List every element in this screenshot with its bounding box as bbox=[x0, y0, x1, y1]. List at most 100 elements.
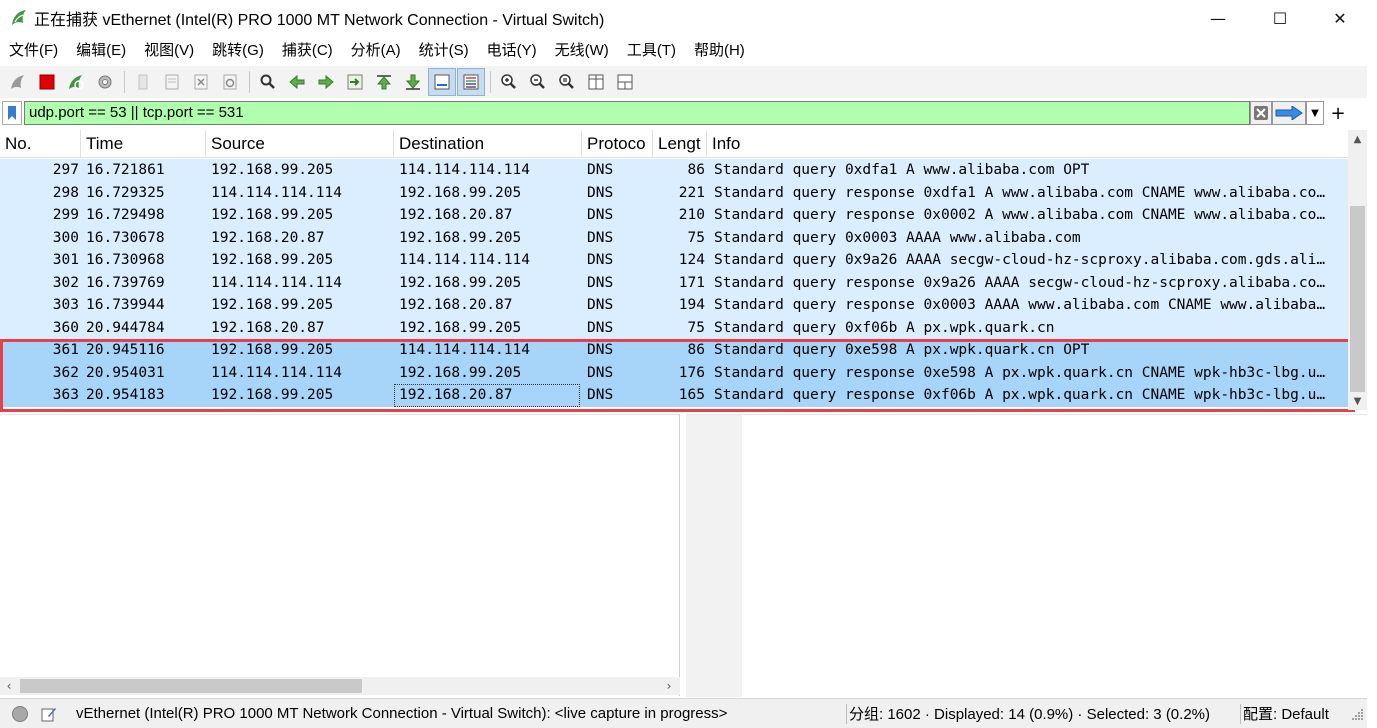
go-to-packet-icon[interactable] bbox=[341, 68, 369, 96]
cell-time: 20.954183 bbox=[86, 387, 165, 403]
cell-destination-focused[interactable]: 192.168.20.87 bbox=[394, 384, 580, 407]
table-row-selected[interactable]: 363 20.954183 192.168.99.205 192.168.20.… bbox=[0, 384, 1348, 407]
table-row[interactable]: 302 16.739769 114.114.114.114 192.168.99… bbox=[0, 271, 1348, 294]
go-forward-icon[interactable] bbox=[312, 68, 340, 96]
column-protocol[interactable]: Protoco bbox=[582, 130, 653, 158]
apply-filter-icon[interactable] bbox=[1272, 101, 1306, 125]
minimize-button[interactable]: — bbox=[1188, 0, 1248, 36]
column-length[interactable]: Lengt bbox=[653, 130, 707, 158]
menu-capture[interactable]: 捕获(C) bbox=[273, 37, 342, 65]
cell-source: 192.168.99.205 bbox=[211, 207, 334, 223]
main-toolbar bbox=[0, 66, 1367, 98]
cell-length: 124 bbox=[678, 252, 705, 268]
cell-info: Standard query response 0x0002 A www.ali… bbox=[714, 207, 1326, 223]
go-first-icon[interactable] bbox=[370, 68, 398, 96]
column-no[interactable]: No. bbox=[0, 130, 81, 158]
restart-capture-icon[interactable] bbox=[62, 68, 90, 96]
capture-options-icon[interactable] bbox=[91, 68, 119, 96]
column-source[interactable]: Source bbox=[206, 130, 394, 158]
menu-go[interactable]: 跳转(G) bbox=[203, 37, 273, 65]
cell-no: 362 bbox=[52, 364, 79, 381]
cell-time: 16.729498 bbox=[86, 207, 165, 223]
menu-tools[interactable]: 工具(T) bbox=[618, 37, 685, 65]
table-row[interactable]: 303 16.739944 192.168.99.205 192.168.20.… bbox=[0, 294, 1348, 317]
column-info[interactable]: Info bbox=[707, 130, 1348, 158]
scroll-down-icon[interactable]: ▼ bbox=[1348, 392, 1367, 410]
bookmark-icon[interactable] bbox=[2, 101, 22, 125]
table-row[interactable]: 360 20.944784 192.168.20.87 192.168.99.2… bbox=[0, 316, 1348, 339]
status-profile[interactable]: 配置: Default bbox=[1243, 703, 1329, 724]
resize-grip-icon[interactable] bbox=[1352, 707, 1364, 721]
zoom-in-icon[interactable] bbox=[495, 68, 523, 96]
expert-info-led-icon[interactable] bbox=[12, 705, 28, 722]
table-row-selected[interactable]: 361 20.945116 192.168.99.205 114.114.114… bbox=[0, 339, 1348, 362]
wireshark-window: 正在捕获 vEthernet (Intel(R) PRO 1000 MT Net… bbox=[0, 0, 1377, 728]
cell-protocol: DNS bbox=[587, 229, 614, 246]
packet-rows: 297 16.721861 192.168.99.205 114.114.114… bbox=[0, 159, 1348, 407]
menu-telephony[interactable]: 电话(Y) bbox=[478, 37, 546, 65]
menu-analyze[interactable]: 分析(A) bbox=[342, 37, 410, 65]
cell-time: 16.730678 bbox=[86, 229, 165, 246]
layout-icon[interactable] bbox=[611, 68, 639, 96]
zoom-out-icon[interactable] bbox=[524, 68, 552, 96]
table-row[interactable]: 301 16.730968 192.168.99.205 114.114.114… bbox=[0, 249, 1348, 272]
close-window-button[interactable]: ✕ bbox=[1310, 0, 1370, 36]
menu-statistics[interactable]: 统计(S) bbox=[410, 37, 478, 65]
scroll-thumb[interactable] bbox=[1350, 206, 1365, 392]
menu-view[interactable]: 视图(V) bbox=[135, 37, 203, 65]
colorize-icon[interactable] bbox=[457, 68, 485, 96]
column-time[interactable]: Time bbox=[81, 130, 206, 158]
table-row[interactable]: 300 16.730678 192.168.20.87 192.168.99.2… bbox=[0, 226, 1348, 249]
scroll-thumb[interactable] bbox=[20, 679, 362, 693]
start-capture-icon[interactable] bbox=[4, 68, 32, 96]
cell-protocol: DNS bbox=[587, 162, 614, 178]
menu-edit[interactable]: 编辑(E) bbox=[67, 37, 135, 65]
details-horizontal-scrollbar[interactable]: ‹ › bbox=[0, 677, 680, 695]
capture-comment-icon[interactable] bbox=[40, 705, 58, 723]
save-file-icon[interactable] bbox=[158, 68, 186, 96]
zoom-normal-icon[interactable] bbox=[553, 68, 581, 96]
toolbar-separator bbox=[249, 71, 250, 93]
stop-capture-icon[interactable] bbox=[33, 68, 61, 96]
cell-source: 114.114.114.114 bbox=[211, 274, 342, 291]
status-separator bbox=[846, 703, 847, 724]
table-row[interactable]: 298 16.729325 114.114.114.114 192.168.99… bbox=[0, 181, 1348, 204]
menu-help[interactable]: 帮助(H) bbox=[685, 37, 754, 65]
cell-protocol: DNS bbox=[587, 364, 614, 381]
close-file-icon[interactable] bbox=[187, 68, 215, 96]
cell-time: 16.729325 bbox=[86, 184, 165, 201]
cell-no: 361 bbox=[52, 342, 79, 358]
cell-no: 299 bbox=[52, 207, 79, 223]
cell-protocol: DNS bbox=[587, 319, 614, 336]
cell-destination: 192.168.99.205 bbox=[399, 319, 522, 336]
maximize-button[interactable]: ☐ bbox=[1250, 0, 1310, 36]
scroll-right-icon[interactable]: › bbox=[660, 677, 678, 695]
find-packet-icon[interactable] bbox=[254, 68, 282, 96]
display-filter-input[interactable]: udp.port == 53 || tcp.port == 531 bbox=[24, 101, 1250, 125]
cell-length: 165 bbox=[678, 387, 705, 403]
resize-columns-icon[interactable] bbox=[582, 68, 610, 96]
cell-no: 298 bbox=[52, 184, 79, 201]
menu-wireless[interactable]: 无线(W) bbox=[546, 37, 618, 65]
scroll-left-icon[interactable]: ‹ bbox=[0, 677, 18, 695]
packet-list-scrollbar[interactable]: ▲ ▼ bbox=[1348, 130, 1367, 410]
table-row[interactable]: 299 16.729498 192.168.99.205 192.168.20.… bbox=[0, 204, 1348, 227]
menu-file[interactable]: 文件(F) bbox=[0, 37, 67, 65]
column-destination[interactable]: Destination bbox=[394, 130, 582, 158]
status-bar: vEthernet (Intel(R) PRO 1000 MT Network … bbox=[0, 698, 1367, 728]
reload-file-icon[interactable] bbox=[216, 68, 244, 96]
auto-scroll-icon[interactable] bbox=[428, 68, 456, 96]
table-row-selected[interactable]: 362 20.954031 114.114.114.114 192.168.99… bbox=[0, 361, 1348, 384]
table-row[interactable]: 297 16.721861 192.168.99.205 114.114.114… bbox=[0, 159, 1348, 182]
chevron-down-icon[interactable]: ▼ bbox=[1306, 101, 1324, 125]
go-back-icon[interactable] bbox=[283, 68, 311, 96]
open-file-icon[interactable] bbox=[129, 68, 157, 96]
packet-bytes-pane[interactable] bbox=[686, 414, 1367, 697]
bytes-offset-column bbox=[686, 415, 742, 697]
status-packet-stats: 分组: 1602 · Displayed: 14 (0.9%) · Select… bbox=[849, 706, 1210, 723]
scroll-up-icon[interactable]: ▲ bbox=[1348, 130, 1367, 148]
add-filter-button-icon[interactable]: + bbox=[1326, 101, 1350, 125]
clear-filter-icon[interactable] bbox=[1250, 101, 1272, 125]
packet-details-pane[interactable]: ‹ › bbox=[0, 414, 680, 696]
go-last-icon[interactable] bbox=[399, 68, 427, 96]
